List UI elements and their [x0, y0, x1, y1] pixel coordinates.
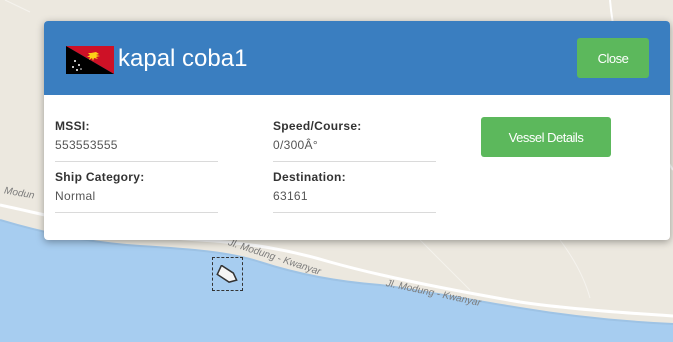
ship-category-label: Ship Category: — [55, 170, 145, 184]
popup-body: MSSI: 553553555 Speed/Course: 0/300Â° Sh… — [44, 95, 670, 240]
mmsi-value: 553553555 — [55, 138, 118, 152]
destination-label: Destination: — [273, 170, 346, 184]
ship-icon — [216, 265, 238, 283]
vessel-details-button[interactable]: Vessel Details — [481, 117, 611, 157]
vessel-name-title: kapal coba1 — [118, 45, 248, 72]
mmsi-label: MSSI: — [55, 119, 90, 133]
ship-category-field: Ship Category: Normal — [55, 170, 218, 213]
speed-course-label: Speed/Course: — [273, 119, 362, 133]
speed-course-field: Speed/Course: 0/300Â° — [273, 119, 436, 162]
vessel-info-popup: kapal coba1 Close MSSI: 553553555 Speed/… — [44, 21, 670, 240]
popup-header: kapal coba1 Close — [44, 21, 670, 95]
destination-value: 63161 — [273, 189, 308, 203]
papua-new-guinea-flag-icon — [66, 46, 114, 74]
ship-category-value: Normal — [55, 189, 96, 203]
vessel-marker[interactable] — [212, 257, 243, 291]
destination-field: Destination: 63161 — [273, 170, 436, 213]
close-button[interactable]: Close — [577, 38, 649, 78]
speed-course-value: 0/300Â° — [273, 138, 318, 152]
mmsi-field: MSSI: 553553555 — [55, 119, 218, 162]
